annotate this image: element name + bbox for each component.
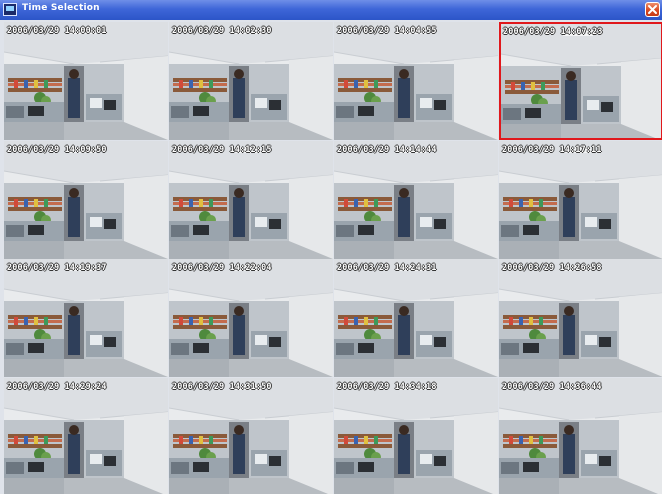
camera-frame-image [169, 377, 333, 494]
thumbnail-cell[interactable]: 2006/03/29 14:34:18 [334, 377, 498, 494]
camera-frame-image [499, 140, 662, 259]
close-button[interactable] [645, 2, 660, 17]
camera-frame-image [334, 259, 498, 377]
time-selection-window: Time Selection 2006/03/29 14:00:01 2006/… [0, 0, 662, 494]
thumbnail-cell[interactable]: 2006/03/29 14:17:11 [499, 140, 662, 259]
camera-frame-image [499, 259, 662, 377]
thumbnail-timestamp: 2006/03/29 14:17:11 [502, 143, 602, 154]
thumbnail-cell[interactable]: 2006/03/29 14:12:15 [169, 140, 333, 259]
thumbnail-cell[interactable]: 2006/03/29 14:19:37 [4, 259, 168, 377]
thumbnail-cell[interactable]: 2006/03/29 14:00:01 [4, 22, 168, 140]
thumbnail-cell[interactable]: 2006/03/29 14:29:24 [4, 377, 168, 494]
thumbnail-grid: 2006/03/29 14:00:01 2006/03/29 14:02:30 … [4, 22, 662, 494]
thumbnail-cell[interactable]: 2006/03/29 14:26:58 [499, 259, 662, 377]
camera-frame-image [169, 22, 333, 140]
thumbnail-timestamp: 2006/03/29 14:00:01 [7, 25, 107, 35]
camera-frame-image [334, 22, 498, 140]
thumbnail-cell[interactable]: 2006/03/29 14:31:50 [169, 377, 333, 494]
close-icon [648, 5, 657, 14]
thumbnail-cell[interactable]: 2006/03/29 14:36:44 [499, 377, 662, 494]
thumbnail-timestamp: 2006/03/29 14:36:44 [502, 380, 602, 391]
thumbnail-timestamp: 2006/03/29 14:26:58 [502, 262, 602, 272]
camera-frame-image [169, 140, 333, 259]
thumbnail-cell[interactable]: 2006/03/29 14:09:50 [4, 140, 168, 259]
camera-frame-image [4, 140, 168, 259]
thumbnail-cell[interactable]: 2006/03/29 14:22:04 [169, 259, 333, 377]
thumbnail-timestamp: 2006/03/29 14:19:37 [7, 262, 107, 272]
camera-frame-image [4, 377, 168, 494]
thumbnail-timestamp: 2006/03/29 14:24:31 [337, 262, 437, 272]
thumbnail-timestamp: 2006/03/29 14:07:23 [503, 26, 603, 36]
thumbnail-timestamp: 2006/03/29 14:09:50 [7, 143, 107, 154]
thumbnail-timestamp: 2006/03/29 14:04:55 [337, 25, 437, 35]
camera-frame-image [4, 259, 168, 377]
camera-frame-image [4, 22, 168, 140]
window-title: Time Selection [22, 3, 100, 13]
title-bar[interactable]: Time Selection [0, 0, 662, 20]
thumbnail-cell[interactable]: 2006/03/29 14:02:30 [169, 22, 333, 140]
camera-frame-image [499, 377, 662, 494]
thumbnail-timestamp: 2006/03/29 14:14:44 [337, 143, 437, 154]
thumbnail-cell[interactable]: 2006/03/29 14:14:44 [334, 140, 498, 259]
thumbnail-timestamp: 2006/03/29 14:22:04 [172, 262, 272, 272]
camera-frame-image [501, 24, 661, 138]
thumbnail-timestamp: 2006/03/29 14:12:15 [172, 143, 272, 154]
camera-frame-image [334, 377, 498, 494]
camera-frame-image [169, 259, 333, 377]
thumbnail-timestamp: 2006/03/29 14:29:24 [7, 380, 107, 391]
thumbnail-cell[interactable]: 2006/03/29 14:04:55 [334, 22, 498, 140]
thumbnail-timestamp: 2006/03/29 14:34:18 [337, 380, 437, 391]
camera-app-icon [3, 3, 17, 16]
thumbnail-timestamp: 2006/03/29 14:02:30 [172, 25, 272, 35]
camera-frame-image [334, 140, 498, 259]
thumbnail-timestamp: 2006/03/29 14:31:50 [172, 380, 272, 391]
thumbnail-cell[interactable]: 2006/03/29 14:24:31 [334, 259, 498, 377]
thumbnail-cell[interactable]: 2006/03/29 14:07:23 [499, 22, 662, 140]
